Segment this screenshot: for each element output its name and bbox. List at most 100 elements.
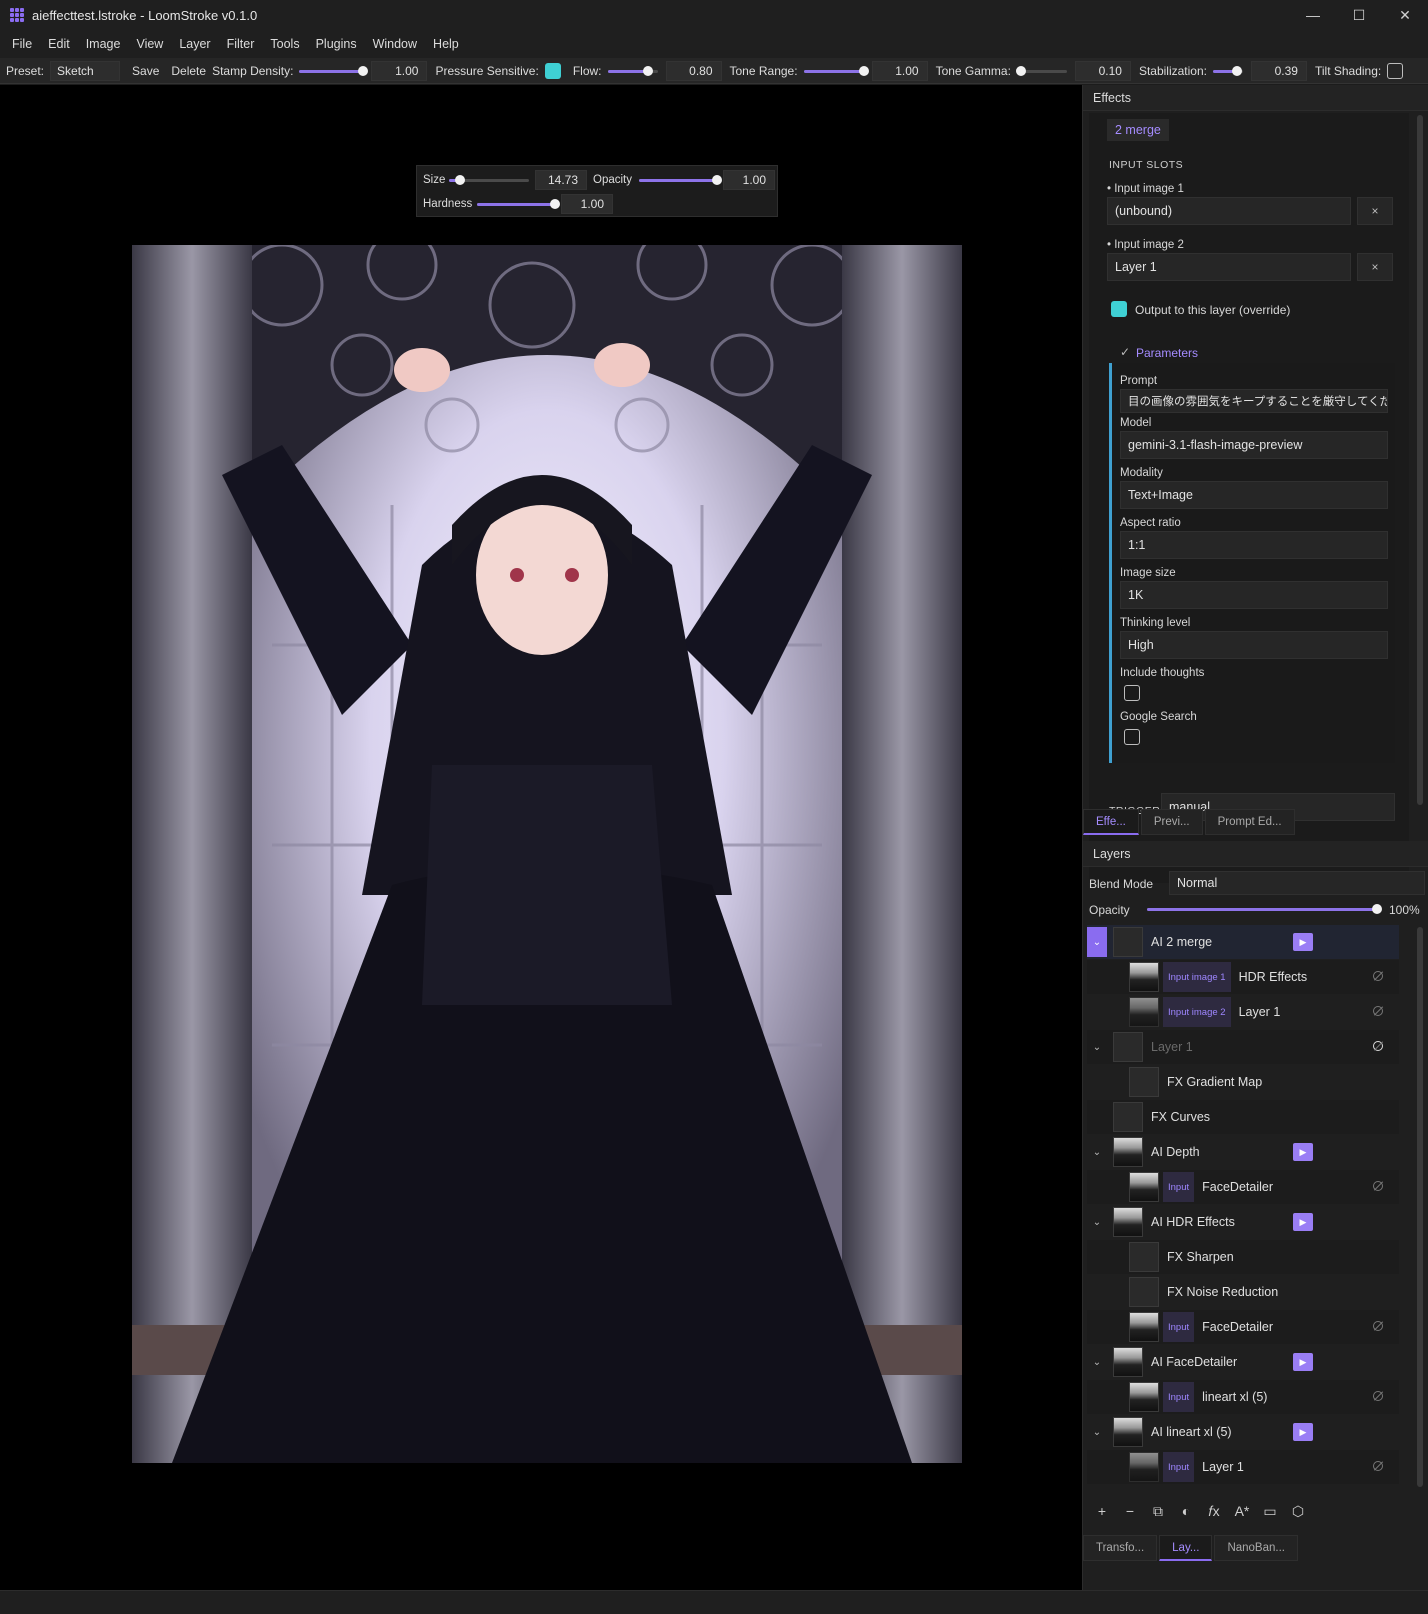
chevron-down-icon[interactable]: ⌄ (1087, 1357, 1107, 1368)
visibility-off-icon[interactable] (1373, 1461, 1383, 1471)
layer-row-depth[interactable]: ⌄ AI Depth ▶ (1087, 1135, 1399, 1169)
output-override-checkbox[interactable] (1111, 301, 1127, 317)
mask-icon[interactable]: ⬡ (1285, 1500, 1311, 1522)
layer-opacity-slider[interactable] (1147, 903, 1382, 915)
visibility-off-icon[interactable] (1373, 1321, 1383, 1331)
adjustment-layer-icon[interactable]: ◐ (1173, 1500, 1199, 1522)
effect-tab-2-merge[interactable]: 2 merge (1107, 119, 1169, 141)
menu-tools[interactable]: Tools (262, 37, 307, 51)
visibility-off-icon[interactable] (1373, 1391, 1383, 1401)
save-preset-button[interactable]: Save (126, 64, 165, 78)
tone-gamma-value[interactable]: 0.10 (1074, 60, 1131, 81)
modality-input[interactable]: Text+Image (1120, 481, 1388, 509)
model-input[interactable]: gemini-3.1-flash-image-preview (1120, 431, 1388, 459)
visibility-off-icon[interactable] (1373, 971, 1383, 981)
flow-slider[interactable] (607, 65, 658, 77)
layer-row-facedetailer[interactable]: ⌄ AI FaceDetailer ▶ (1087, 1345, 1399, 1379)
menu-image[interactable]: Image (78, 37, 129, 51)
brush-size-value[interactable]: 14.73 (535, 170, 587, 190)
layer-row-sharpen[interactable]: FX Sharpen (1087, 1240, 1399, 1274)
stabilization-slider[interactable] (1212, 65, 1243, 77)
layer-row-input-facedetailer[interactable]: Input FaceDetailer (1087, 1170, 1399, 1204)
clear-input-2-button[interactable]: × (1357, 253, 1393, 281)
preset-select[interactable]: Sketch (50, 60, 121, 81)
tab-preview[interactable]: Previ... (1140, 809, 1203, 835)
canvas-artwork-image[interactable] (132, 245, 962, 1463)
layer-row-input-facedetailer-2[interactable]: Input FaceDetailer (1087, 1310, 1399, 1344)
layer-row-lineart[interactable]: ⌄ AI lineart xl (5) ▶ (1087, 1415, 1399, 1449)
tab-layers[interactable]: Lay... (1159, 1535, 1213, 1561)
google-search-checkbox[interactable] (1124, 729, 1140, 745)
layer-row-curves[interactable]: FX Curves (1087, 1100, 1399, 1134)
layer-row-2-merge[interactable]: ⌄ AI 2 merge ▶ (1087, 925, 1399, 959)
thinking-level-input[interactable]: High (1120, 631, 1388, 659)
layer-row-input-layer1-2[interactable]: Input Layer 1 (1087, 1450, 1399, 1484)
aspect-ratio-input[interactable]: 1:1 (1120, 531, 1388, 559)
run-play-icon[interactable]: ▶ (1293, 1143, 1313, 1161)
layer-row-input-hdr[interactable]: Input image 1 HDR Effects (1087, 960, 1399, 994)
menu-filter[interactable]: Filter (219, 37, 263, 51)
layer-row-layer1[interactable]: ⌄ Layer 1 (1087, 1030, 1399, 1064)
tone-gamma-slider[interactable] (1015, 65, 1067, 77)
visibility-off-icon[interactable] (1373, 1041, 1383, 1051)
layer-row-gradient-map[interactable]: FX Gradient Map (1087, 1065, 1399, 1099)
tilt-shading-checkbox[interactable] (1387, 62, 1404, 79)
input-image-2-select[interactable]: Layer 1 (1107, 253, 1351, 281)
fx-icon[interactable]: 𝑓x (1201, 1500, 1227, 1522)
tone-range-slider[interactable] (803, 65, 869, 77)
visibility-off-icon[interactable] (1373, 1006, 1383, 1016)
menu-view[interactable]: View (128, 37, 171, 51)
tab-nanobanana[interactable]: NanoBan... (1214, 1535, 1298, 1561)
image-size-input[interactable]: 1K (1120, 581, 1388, 609)
stamp-density-value[interactable]: 1.00 (371, 60, 428, 81)
prompt-input[interactable]: 目の画像の雰囲気をキープすることを厳守してください。 (1120, 389, 1388, 413)
brush-opacity-slider[interactable] (639, 174, 722, 186)
blend-mode-select[interactable]: Normal (1169, 871, 1425, 895)
chevron-down-icon[interactable]: ⌄ (1087, 1147, 1107, 1158)
brush-opacity-value[interactable]: 1.00 (723, 170, 775, 190)
close-button[interactable]: ✕ (1382, 0, 1428, 30)
menu-layer[interactable]: Layer (171, 37, 218, 51)
duplicate-layer-icon[interactable]: ⧉ (1145, 1500, 1171, 1522)
run-play-icon[interactable]: ▶ (1293, 933, 1313, 951)
visibility-off-icon[interactable] (1373, 1181, 1383, 1191)
parameters-toggle[interactable]: Parameters (1136, 346, 1198, 360)
menu-window[interactable]: Window (365, 37, 425, 51)
input-image-1-select[interactable]: (unbound) (1107, 197, 1351, 225)
tone-range-value[interactable]: 1.00 (871, 60, 928, 81)
add-layer-icon[interactable]: + (1089, 1500, 1115, 1522)
layer-row-noise-reduction[interactable]: FX Noise Reduction (1087, 1275, 1399, 1309)
layer-row-hdr-effects[interactable]: ⌄ AI HDR Effects ▶ (1087, 1205, 1399, 1239)
clear-input-1-button[interactable]: × (1357, 197, 1393, 225)
brush-hardness-slider[interactable] (477, 198, 560, 210)
flow-value[interactable]: 0.80 (665, 60, 722, 81)
include-thoughts-checkbox[interactable] (1124, 685, 1140, 701)
chevron-down-icon[interactable]: ⌄ (1087, 927, 1107, 957)
stamp-density-slider[interactable] (299, 65, 369, 77)
layer-row-input-layer1[interactable]: Input image 2 Layer 1 (1087, 995, 1399, 1029)
menu-file[interactable]: File (4, 37, 40, 51)
pressure-checkbox[interactable] (544, 62, 561, 79)
menu-edit[interactable]: Edit (40, 37, 78, 51)
run-play-icon[interactable]: ▶ (1293, 1423, 1313, 1441)
run-play-icon[interactable]: ▶ (1293, 1213, 1313, 1231)
menu-help[interactable]: Help (425, 37, 467, 51)
brush-hardness-value[interactable]: 1.00 (561, 194, 613, 214)
chevron-down-icon[interactable]: ⌄ (1087, 1042, 1107, 1053)
delete-preset-button[interactable]: Delete (165, 64, 212, 78)
tab-transform[interactable]: Transfo... (1083, 1535, 1158, 1561)
menu-plugins[interactable]: Plugins (308, 37, 365, 51)
canvas-area[interactable]: Size 14.73 Opacity 1.00 Hardness 1.00 (0, 85, 1082, 1590)
tab-effects[interactable]: Effe... (1083, 809, 1139, 835)
maximize-button[interactable]: ☐ (1336, 0, 1382, 30)
minimize-button[interactable]: — (1290, 0, 1336, 30)
run-play-icon[interactable]: ▶ (1293, 1353, 1313, 1371)
chevron-down-icon[interactable]: ⌄ (1087, 1217, 1107, 1228)
folder-icon[interactable]: ▭ (1257, 1500, 1283, 1522)
stabilization-value[interactable]: 0.39 (1250, 60, 1307, 81)
effects-scrollbar[interactable] (1417, 115, 1423, 805)
layer-row-input-lineart[interactable]: Input lineart xl (5) (1087, 1380, 1399, 1414)
tab-prompt-editor[interactable]: Prompt Ed... (1204, 809, 1295, 835)
brush-size-slider[interactable] (449, 174, 529, 186)
chevron-down-icon[interactable]: ⌄ (1087, 1427, 1107, 1438)
